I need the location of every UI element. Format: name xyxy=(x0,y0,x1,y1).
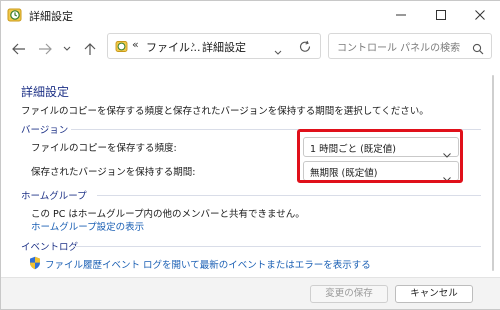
address-dropdown[interactable] xyxy=(273,42,283,61)
title-bar: 詳細設定 xyxy=(1,1,500,31)
chevron-down-icon xyxy=(63,46,71,51)
scrollbar-thumb[interactable] xyxy=(492,75,494,271)
divider xyxy=(97,195,481,196)
close-icon xyxy=(475,10,485,20)
retention-label: 保存されたバージョンを保持する期間: xyxy=(31,167,196,178)
control-panel-icon xyxy=(115,39,129,53)
open-event-log-link[interactable]: ファイル履歴イベント ログを開いて最新のイベントまたはエラーを表示する xyxy=(45,257,371,271)
divider xyxy=(73,246,481,247)
view-homegroup-settings-link[interactable]: ホームグループ設定の表示 xyxy=(31,219,144,233)
maximize-icon xyxy=(436,10,446,20)
page-title: 詳細設定 xyxy=(21,85,70,99)
homegroup-message: この PC はホームグループ内の他のメンバーと共有できません。 xyxy=(31,209,305,220)
back-arrow-icon xyxy=(12,43,25,55)
close-button[interactable] xyxy=(460,1,500,29)
back-button[interactable] xyxy=(9,39,29,59)
breadcrumb-separator[interactable]: › xyxy=(191,38,195,51)
search-input[interactable]: コントロール パネルの検索 xyxy=(328,33,492,59)
homegroup-group-header: ホームグループ xyxy=(21,191,87,202)
maximize-button[interactable] xyxy=(421,1,461,29)
highlight-annotation-box xyxy=(297,129,463,183)
recent-locations-button[interactable] xyxy=(59,39,79,59)
minimize-button[interactable] xyxy=(381,1,421,29)
up-button[interactable] xyxy=(81,39,101,59)
shield-icon xyxy=(29,255,41,270)
vertical-scrollbar[interactable] xyxy=(489,71,497,276)
search-icon[interactable] xyxy=(472,40,484,59)
chevron-down-icon xyxy=(274,50,282,55)
page-description: ファイルのコピーを保存する頻度と保存されたバージョンを保持する期間を選択してくだ… xyxy=(21,106,429,117)
file-history-icon xyxy=(7,7,23,23)
forward-button[interactable] xyxy=(35,39,55,59)
refresh-button[interactable] xyxy=(298,39,316,57)
breadcrumb-overflow[interactable]: « xyxy=(132,38,139,51)
cancel-button[interactable]: キャンセル xyxy=(395,285,473,303)
frequency-label: ファイルのコピーを保存する頻度: xyxy=(31,143,177,154)
versions-group-header: バージョン xyxy=(21,125,69,136)
forward-arrow-icon xyxy=(39,43,52,55)
up-arrow-icon xyxy=(84,43,96,55)
refresh-icon xyxy=(299,40,311,52)
save-changes-button[interactable]: 変更の保存 xyxy=(310,285,388,303)
window: 詳細設定 « ファイル... › 詳細設定 コントロール パネルの検索 詳細設定… xyxy=(0,0,500,310)
window-title: 詳細設定 xyxy=(29,10,73,23)
breadcrumb-advanced-settings[interactable]: 詳細設定 xyxy=(202,39,246,55)
address-bar[interactable]: « ファイル... › 詳細設定 xyxy=(107,33,321,59)
minimize-icon xyxy=(396,14,406,16)
search-placeholder: コントロール パネルの検索 xyxy=(337,43,461,54)
event-log-group-header: イベントログ xyxy=(21,242,79,253)
